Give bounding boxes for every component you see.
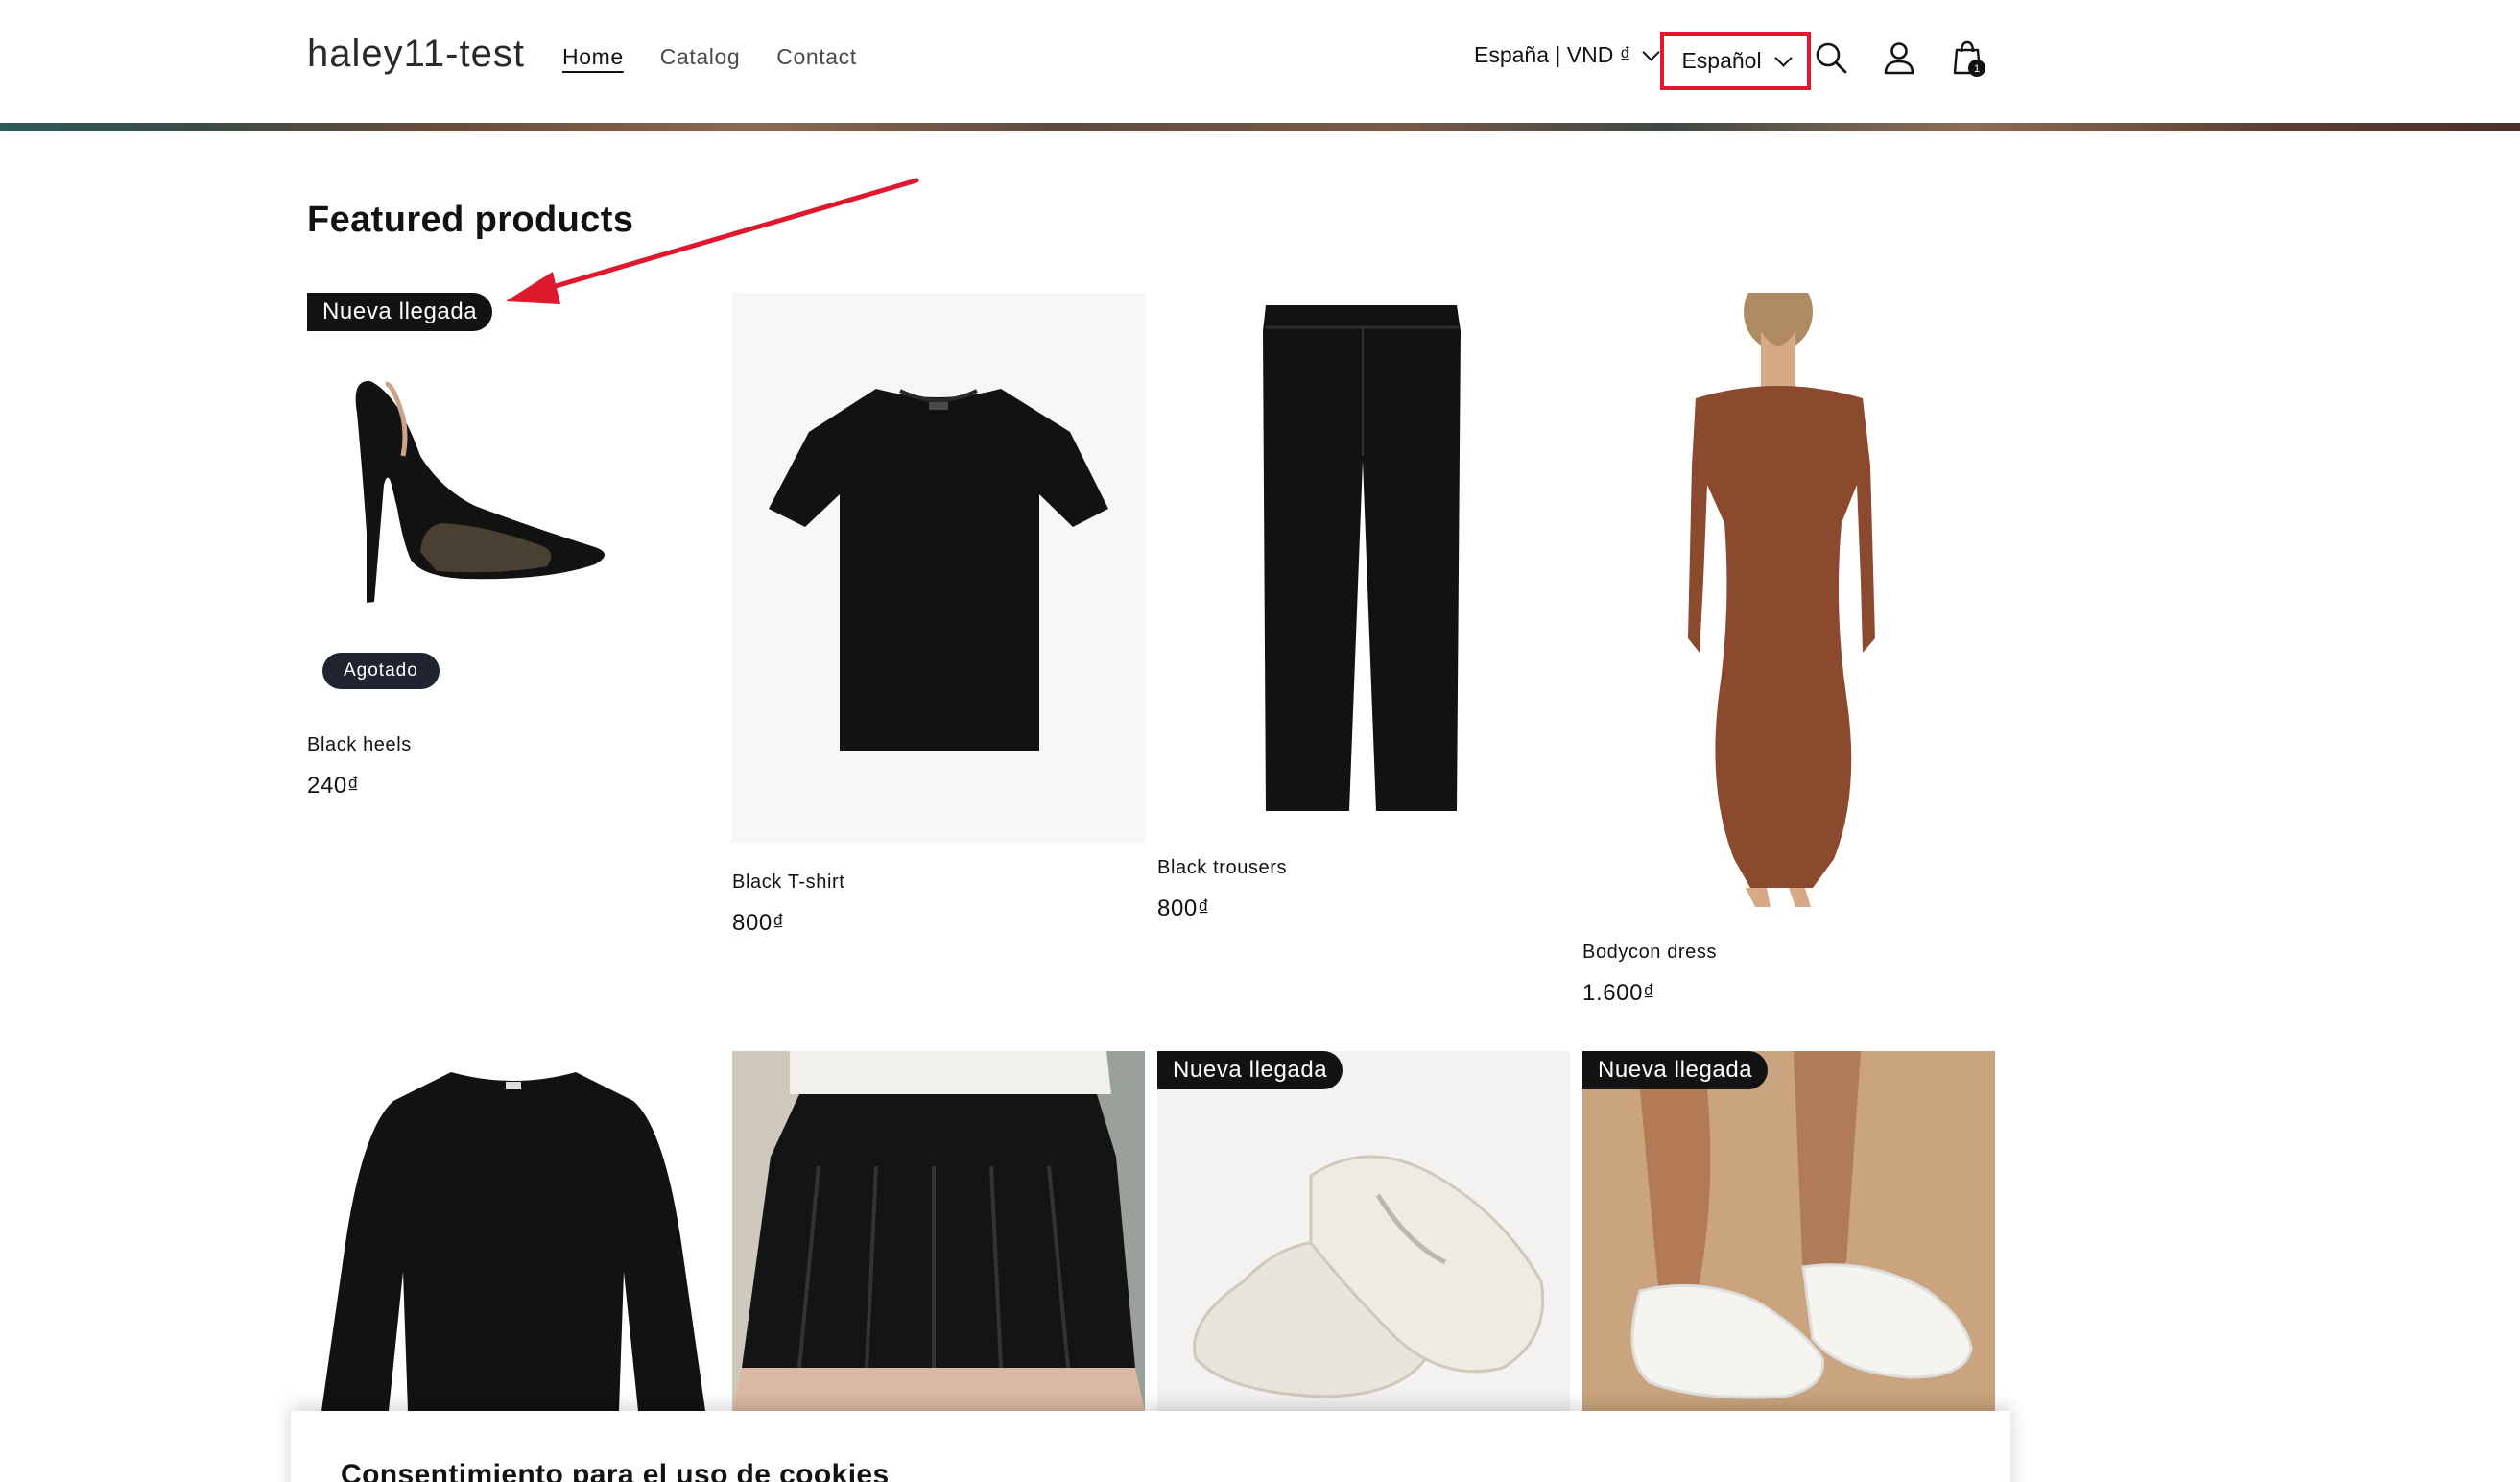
new-arrival-badge: Nueva llegada xyxy=(1582,1051,1769,1089)
product-image-sneakers xyxy=(1582,1051,1995,1411)
product-card[interactable] xyxy=(732,1051,1145,1411)
product-price: 240₫ xyxy=(307,773,360,799)
product-card[interactable]: Nueva llegada Agotado Black heels 240₫ xyxy=(307,293,720,811)
product-card[interactable] xyxy=(307,1051,720,1411)
product-title[interactable]: Black heels xyxy=(307,734,412,756)
sold-out-badge: Agotado xyxy=(322,653,440,689)
nav-contact[interactable]: Contact xyxy=(776,44,856,74)
product-image-dress xyxy=(1688,293,1875,907)
country-selector[interactable]: España | VND ₫ xyxy=(1474,42,1660,68)
cookie-consent-panel: Consentimiento para el uso de cookies xyxy=(291,1411,2010,1482)
product-title[interactable]: Bodycon dress xyxy=(1582,942,1717,964)
product-image[interactable] xyxy=(1582,293,1995,912)
product-image-slides xyxy=(1193,1155,1545,1398)
product-image[interactable] xyxy=(732,293,1145,843)
chevron-down-icon xyxy=(1641,42,1660,61)
product-image[interactable] xyxy=(307,1051,720,1411)
product-card[interactable]: Nueva llegada xyxy=(1157,1051,1570,1411)
new-arrival-badge: Nueva llegada xyxy=(1157,1051,1343,1089)
cart-button[interactable]: 1 xyxy=(1945,35,1991,81)
search-icon xyxy=(1816,42,1847,74)
chevron-down-icon xyxy=(1773,48,1793,67)
language-selector[interactable]: Español xyxy=(1660,32,1811,90)
account-icon xyxy=(1884,42,1914,75)
product-card[interactable]: Nueva llegada xyxy=(1582,1051,1995,1411)
cart-icon: 1 xyxy=(1953,40,1985,77)
new-arrival-badge: Nueva llegada xyxy=(307,293,493,331)
nav-home[interactable]: Home xyxy=(562,44,624,74)
product-image-tshirt xyxy=(769,389,1108,751)
product-image[interactable]: Nueva llegada xyxy=(1157,1051,1570,1411)
search-button[interactable] xyxy=(1808,35,1854,81)
product-card[interactable]: Black trousers 800₫ xyxy=(1157,293,1570,926)
hero-banner-edge xyxy=(0,123,2520,131)
product-price: 1.600₫ xyxy=(1582,980,1655,1006)
language-label: Español xyxy=(1681,48,1762,73)
main-nav: Home Catalog Contact xyxy=(562,44,857,74)
nav-catalog[interactable]: Catalog xyxy=(660,44,740,74)
product-image[interactable]: Nueva llegada xyxy=(1582,1051,1995,1411)
product-card[interactable]: Black T-shirt 800₫ xyxy=(732,293,1145,945)
product-image[interactable]: Nueva llegada Agotado xyxy=(307,293,720,696)
site-header: haley11-test Home Catalog Contact España… xyxy=(0,0,2520,123)
page: haley11-test Home Catalog Contact España… xyxy=(0,0,2520,1482)
product-image-skirt xyxy=(732,1051,1145,1411)
section-title: Featured products xyxy=(307,200,634,240)
product-title[interactable]: Black trousers xyxy=(1157,857,1287,879)
product-card[interactable]: Bodycon dress 1.600₫ xyxy=(1582,293,1995,1013)
cart-count: 1 xyxy=(1974,63,1980,75)
product-image-longsleeve xyxy=(321,1072,705,1411)
cookie-consent-title: Consentimiento para el uso de cookies xyxy=(341,1459,890,1482)
store-logo[interactable]: haley11-test xyxy=(307,33,525,76)
product-image-heel xyxy=(355,380,605,603)
product-image[interactable] xyxy=(732,1051,1145,1411)
product-price: 800₫ xyxy=(732,910,785,936)
product-image[interactable] xyxy=(1157,293,1570,825)
country-currency-label: España | VND ₫ xyxy=(1474,42,1631,67)
product-title[interactable]: Black T-shirt xyxy=(732,872,844,894)
account-button[interactable] xyxy=(1876,35,1922,81)
product-image-trousers xyxy=(1263,305,1461,811)
product-price: 800₫ xyxy=(1157,896,1210,921)
